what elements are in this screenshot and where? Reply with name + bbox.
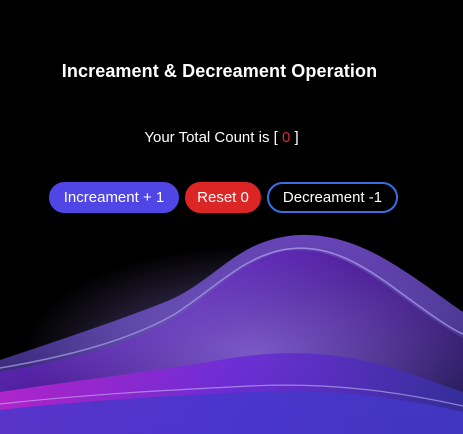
reset-button[interactable]: Reset 0 [185, 182, 261, 213]
decrement-button[interactable]: Decreament -1 [267, 182, 398, 213]
increment-button[interactable]: Increament + 1 [49, 182, 179, 213]
count-label-prefix: Your Total Count is [ [144, 129, 282, 146]
page-title: Increament & Decreament Operation [61, 61, 378, 81]
total-count-line: Your Total Count is [ 0 ] [0, 129, 443, 146]
count-label-suffix: ] [290, 129, 299, 146]
app-root: Increament & Decreament Operation Your T… [0, 0, 463, 434]
button-group: Increament + 1 Reset 0 Decreament -1 [49, 182, 398, 213]
